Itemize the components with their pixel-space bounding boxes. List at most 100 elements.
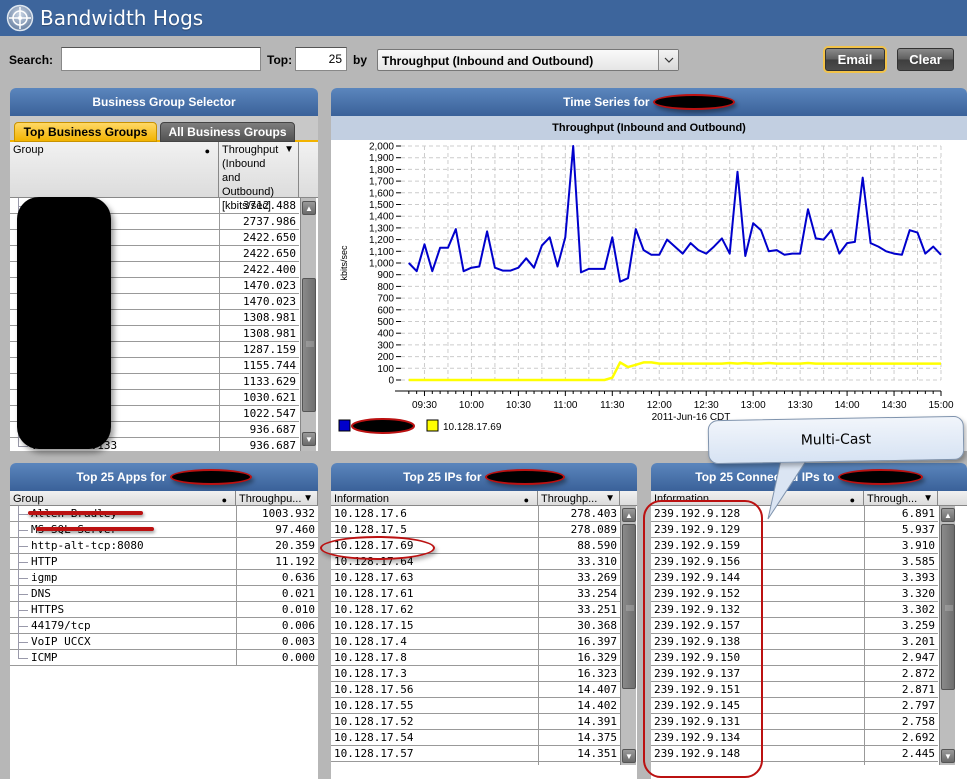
y-tick-label: 1,400 <box>369 212 394 223</box>
clear-button[interactable]: Clear <box>897 48 954 71</box>
y-tick-label: 100 <box>377 364 394 375</box>
table-row[interactable]: DNS 0.021 <box>10 586 318 602</box>
column-header-throughput[interactable]: Through... ▼ <box>864 491 938 506</box>
table-row[interactable]: http-alt-tcp:8080 20.359 <box>10 538 318 554</box>
table-row[interactable]: 44179/tcp 0.006 <box>10 618 318 634</box>
table-row[interactable]: HTTPS 0.010 <box>10 602 318 618</box>
table-row[interactable]: 10.128.17.63 33.269 <box>331 570 620 586</box>
table-row[interactable]: HTTP 11.192 <box>10 554 318 570</box>
table-row[interactable]: 10.128.17.54 14.375 <box>331 730 620 746</box>
column-menu-dot-icon[interactable]: ● <box>850 493 855 507</box>
scroll-up-icon[interactable]: ▲ <box>622 508 636 522</box>
cell-throughput: 0.006 <box>236 618 318 634</box>
chevron-down-icon[interactable] <box>658 50 678 70</box>
column-header-group[interactable]: Group ● <box>10 491 236 506</box>
scroll-down-icon[interactable]: ▼ <box>941 749 955 763</box>
scroll-thumb[interactable] <box>302 278 316 412</box>
legend-swatch-yellow <box>426 419 439 432</box>
cell-throughput: 14.407 <box>538 682 620 698</box>
table-row[interactable]: 10.128.17.5114.345 <box>331 762 620 765</box>
table-row[interactable]: 10.128.17.4 16.397 <box>331 634 620 650</box>
cell-name: HTTPS <box>10 602 236 618</box>
legend-redacted-name <box>351 418 415 434</box>
sort-desc-icon[interactable]: ▼ <box>284 143 294 157</box>
table-header: Group ● Throughput (Inbound and Outbound… <box>10 142 318 212</box>
top-ips-panel: Top 25 IPs for Information ● Throughp...… <box>331 463 637 779</box>
sort-desc-icon[interactable]: ▼ <box>923 492 933 506</box>
scroll-down-icon[interactable]: ▼ <box>622 749 636 763</box>
search-input[interactable] <box>61 47 261 71</box>
table-header: Group ● Throughpu... ▼ <box>10 491 318 506</box>
metric-select[interactable]: Throughput (Inbound and Outbound) <box>377 49 679 71</box>
cell-name: 10.128.17.4 <box>334 635 407 648</box>
cell-throughput: 5.937 <box>864 522 938 538</box>
cell-throughput: 2.445 <box>864 746 938 762</box>
cell-throughput: 1030.621 <box>219 390 299 406</box>
cell-throughput: 14.402 <box>538 698 620 714</box>
column-menu-dot-icon[interactable]: ● <box>205 144 210 158</box>
y-tick-label: 500 <box>377 317 394 328</box>
highlight-box <box>643 500 763 778</box>
highlight-ellipse <box>320 536 435 560</box>
scroll-thumb[interactable] <box>941 524 955 690</box>
x-tick-label: 11:00 <box>553 400 578 411</box>
cell-throughput: 3.259 <box>864 618 938 634</box>
table-row[interactable]: 10.128.17.56 14.407 <box>331 682 620 698</box>
connected-ips-scrollbar[interactable]: ▲ ▼ <box>939 506 955 765</box>
cell-throughput: 14.375 <box>538 730 620 746</box>
cell-name: 10.128.17.15 <box>334 619 414 632</box>
cell-throughput: 2422.650 <box>219 246 299 262</box>
column-menu-dot-icon[interactable]: ● <box>524 493 529 507</box>
tab-top-business-groups[interactable]: Top Business Groups <box>14 122 157 142</box>
cell-throughput: 16.323 <box>538 666 620 682</box>
table-row[interactable]: 10.128.17.52 14.391 <box>331 714 620 730</box>
search-label: Search: <box>9 53 54 67</box>
x-tick-label: 11:30 <box>600 400 625 411</box>
column-header-throughput[interactable]: Throughpu... ▼ <box>236 491 318 506</box>
y-tick-label: 1,900 <box>369 153 394 164</box>
top-count-input[interactable] <box>295 47 347 71</box>
tab-all-business-groups[interactable]: All Business Groups <box>160 122 295 142</box>
table-row[interactable]: ICMP 0.000 <box>10 650 318 666</box>
table-row[interactable]: 10.128.17.61 33.254 <box>331 586 620 602</box>
redaction-strike <box>28 511 143 515</box>
column-menu-dot-icon[interactable]: ● <box>222 493 227 507</box>
cell-throughput: 3.320 <box>864 586 938 602</box>
sort-desc-icon[interactable]: ▼ <box>605 492 615 506</box>
scroll-up-icon[interactable]: ▲ <box>941 508 955 522</box>
y-tick-label: 1,000 <box>369 259 394 270</box>
scroll-thumb[interactable] <box>622 524 636 689</box>
table-row[interactable]: 10.128.17.3 16.323 <box>331 666 620 682</box>
x-tick-label: 13:00 <box>741 400 766 411</box>
cell-throughput: 16.397 <box>538 634 620 650</box>
redacted-name <box>484 469 565 485</box>
table-row[interactable]: 10.128.17.62 33.251 <box>331 602 620 618</box>
table-row[interactable]: 10.128.17.15 30.368 <box>331 618 620 634</box>
table-row[interactable]: 10.128.17.55 14.402 <box>331 698 620 714</box>
metric-select-value: Throughput (Inbound and Outbound) <box>382 54 594 68</box>
cell-throughput: 2422.400 <box>219 262 299 278</box>
table-row[interactable]: igmp 0.636 <box>10 570 318 586</box>
cell-throughput: 2.692 <box>864 730 938 746</box>
column-header-group[interactable]: Group ● <box>10 142 219 198</box>
table-row[interactable]: 10.128.17.6 278.403 <box>331 506 620 522</box>
cell-throughput: 0.000 <box>236 650 318 666</box>
legend-label: 10.128.17.69 <box>443 422 502 433</box>
column-header-throughput[interactable]: Throughp... ▼ <box>538 491 620 506</box>
email-button[interactable]: Email <box>825 48 885 71</box>
y-tick-label: 1,700 <box>369 177 394 188</box>
business-group-scrollbar[interactable]: ▲ ▼ <box>300 198 316 451</box>
table-row[interactable]: 10.128.17.57 14.351 <box>331 746 620 762</box>
sort-desc-icon[interactable]: ▼ <box>303 492 313 506</box>
column-header-throughput[interactable]: Throughput (Inbound and Outbound) [kbits… <box>219 142 299 212</box>
y-tick-label: 700 <box>377 294 394 305</box>
cell-throughput: 14.345 <box>538 762 620 765</box>
business-group-selector-title: Business Group Selector <box>10 88 318 116</box>
scroll-down-icon[interactable]: ▼ <box>302 432 316 446</box>
column-header-information[interactable]: Information ● <box>331 491 538 506</box>
chart-area: 0 100 200 300 400 500 600 700 800 900 1,000 1,100 1,… <box>331 140 967 451</box>
table-row[interactable]: 10.128.17.8 16.329 <box>331 650 620 666</box>
scroll-up-icon[interactable]: ▲ <box>302 201 316 215</box>
table-row[interactable]: VoIP UCCX 0.003 <box>10 634 318 650</box>
top-ips-scrollbar[interactable]: ▲ ▼ <box>620 506 636 765</box>
